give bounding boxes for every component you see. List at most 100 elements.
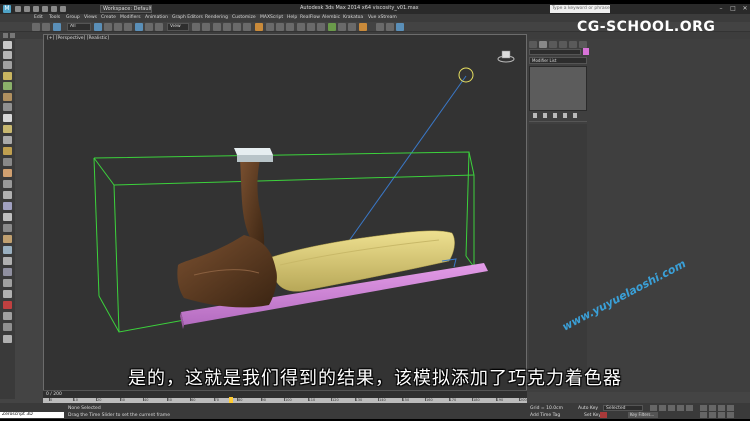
chocolate-pool[interactable] [177, 235, 277, 308]
menu-animation[interactable]: Animation [145, 15, 168, 20]
configure-sets-icon[interactable] [573, 113, 577, 118]
minimize-button[interactable]: – [716, 5, 726, 13]
redo-icon[interactable] [51, 6, 57, 12]
tool-cloth-icon[interactable] [3, 335, 12, 343]
object-name-field[interactable] [529, 49, 581, 55]
tool-biped-icon[interactable] [3, 312, 12, 320]
tool-dynamics-icon[interactable] [3, 235, 12, 243]
key-set-dropdown[interactable]: Selected [603, 405, 643, 411]
tool-stairs-icon[interactable] [3, 290, 12, 298]
rendered-frame-icon[interactable] [348, 23, 356, 31]
save-file-icon[interactable] [33, 6, 39, 12]
tool-cylinder-icon[interactable] [3, 61, 12, 69]
link-icon[interactable] [53, 23, 61, 31]
spinner-snap-icon[interactable] [243, 23, 251, 31]
region-zoom-icon[interactable] [727, 412, 734, 418]
tool-light-icon[interactable] [3, 72, 12, 80]
tool-particle-icon[interactable] [3, 202, 12, 210]
tool-torus-icon[interactable] [3, 93, 12, 101]
menu-group[interactable]: Group [66, 15, 80, 20]
motion-tab-icon[interactable] [559, 41, 567, 48]
light-gizmo[interactable] [458, 67, 474, 83]
viewcube-icon[interactable] [497, 49, 515, 63]
perspective-viewport[interactable]: [+] [Perspective] [Realistic] [43, 34, 527, 391]
tool-spacewarp-icon[interactable] [3, 191, 12, 199]
field-of-view-icon[interactable] [709, 412, 716, 418]
menu-customize[interactable]: Customize [232, 15, 256, 20]
display-tab-icon[interactable] [569, 41, 577, 48]
walk-through-icon[interactable] [718, 412, 725, 418]
modifier-stack[interactable] [529, 66, 587, 111]
realflow-import-icon[interactable] [386, 23, 394, 31]
previous-frame-icon[interactable] [659, 405, 666, 411]
ribbon-toggle-icon[interactable] [3, 33, 8, 38]
tool-hair-icon[interactable] [3, 323, 12, 331]
tool-helper-icon[interactable] [3, 180, 12, 188]
tool-bone-icon[interactable] [3, 301, 12, 309]
snap-icon[interactable] [213, 23, 221, 31]
menu-alembic[interactable]: Alembic [322, 15, 340, 20]
tool-patch-icon[interactable] [3, 246, 12, 254]
tool-nurbs-icon[interactable] [3, 257, 12, 265]
align-icon[interactable] [276, 23, 284, 31]
emitter-top[interactable] [234, 148, 273, 155]
tool-door-icon[interactable] [3, 268, 12, 276]
graphite-toolbox-icon[interactable] [297, 23, 305, 31]
select-object-icon[interactable] [94, 23, 102, 31]
undo-icon[interactable] [32, 23, 40, 31]
ribbon-collapse-icon[interactable] [10, 33, 15, 38]
realflow-export-icon[interactable] [396, 23, 404, 31]
mirror-icon[interactable] [266, 23, 274, 31]
menu-modifiers[interactable]: Modifiers [120, 15, 141, 20]
percent-snap-icon[interactable] [233, 23, 241, 31]
pan-icon[interactable] [709, 405, 716, 411]
menu-views[interactable]: Views [84, 15, 97, 20]
menu-help[interactable]: Help [287, 15, 297, 20]
material-editor-icon[interactable] [328, 23, 336, 31]
layer-manager-icon[interactable] [286, 23, 294, 31]
maxscript-listener[interactable]: Zeroscript 3D [0, 412, 64, 418]
menu-maxscript[interactable]: MAXScript [260, 15, 283, 20]
make-unique-icon[interactable] [553, 113, 557, 118]
menu-realflow[interactable]: RealFlow [300, 15, 320, 20]
menu-krakatoa[interactable]: Krakatoa [343, 15, 363, 20]
selection-region-icon[interactable] [114, 23, 122, 31]
realflow-icon[interactable] [376, 23, 384, 31]
tool-sphere-icon[interactable] [3, 51, 12, 59]
menu-graph-editors[interactable]: Graph Editors [172, 15, 203, 20]
modifier-list-dropdown[interactable]: Modifier List [529, 57, 587, 64]
tool-cone-icon[interactable] [3, 136, 12, 144]
pin-stack-icon[interactable] [533, 113, 537, 118]
window-crossing-icon[interactable] [124, 23, 132, 31]
hierarchy-tab-icon[interactable] [549, 41, 557, 48]
tool-camera-icon[interactable] [3, 169, 12, 177]
undo-icon[interactable] [42, 6, 48, 12]
tool-teapot-icon[interactable] [3, 125, 12, 133]
object-color-swatch[interactable] [583, 48, 589, 55]
tool-text-icon[interactable] [3, 158, 12, 166]
set-key-button[interactable] [600, 412, 607, 418]
auto-key-label[interactable]: Auto Key [578, 406, 598, 411]
tool-tube-icon[interactable] [3, 103, 12, 111]
tool-spline-icon[interactable] [3, 213, 12, 221]
pivot-center-icon[interactable] [192, 23, 200, 31]
tool-plane-icon[interactable] [3, 114, 12, 122]
render-production-icon[interactable] [359, 23, 367, 31]
tool-compound-icon[interactable] [3, 224, 12, 232]
play-icon[interactable] [668, 405, 675, 411]
project-folder-icon[interactable] [60, 6, 66, 12]
new-file-icon[interactable] [15, 6, 21, 12]
go-to-end-icon[interactable] [686, 405, 693, 411]
redo-icon[interactable] [42, 23, 50, 31]
show-end-result-icon[interactable] [543, 113, 547, 118]
menu-create[interactable]: Create [101, 15, 116, 20]
rotate-icon[interactable] [145, 23, 153, 31]
remove-modifier-icon[interactable] [563, 113, 567, 118]
go-to-start-icon[interactable] [650, 405, 657, 411]
utilities-tab-icon[interactable] [579, 41, 587, 48]
menu-rendering[interactable]: Rendering [205, 15, 228, 20]
open-file-icon[interactable] [24, 6, 30, 12]
maximize-viewport-icon[interactable] [727, 405, 734, 411]
modify-tab-icon[interactable] [539, 41, 547, 48]
curve-editor-icon[interactable] [307, 23, 315, 31]
